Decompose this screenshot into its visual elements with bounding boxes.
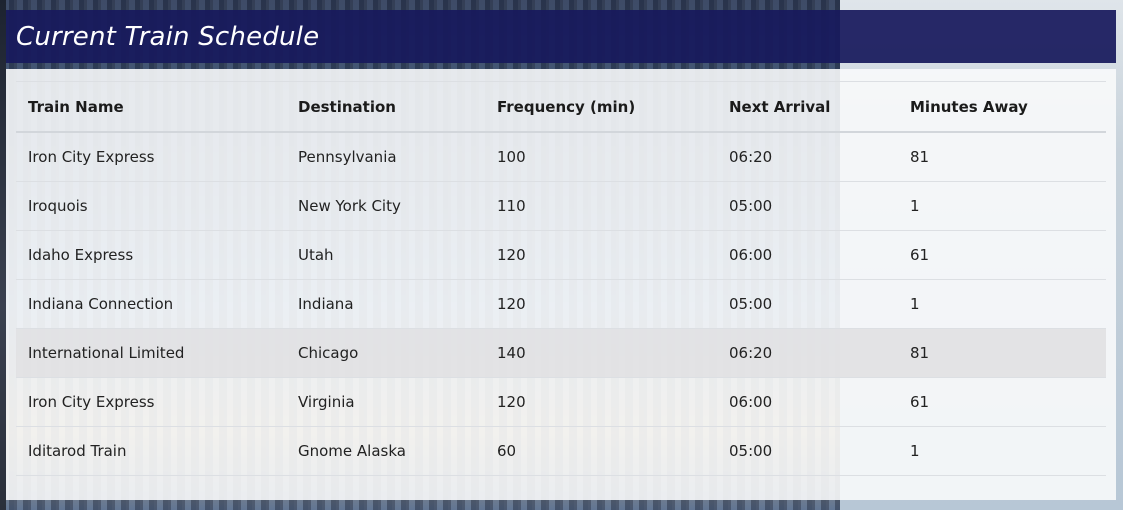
cell-minutes-away: 1 (898, 181, 1106, 231)
cell-minutes-away: 81 (898, 132, 1106, 182)
cell-train-name: Iron City Express (16, 377, 286, 427)
cell-next-arrival: 05:00 (717, 426, 898, 476)
cell-train-name: International Limited (16, 328, 286, 378)
schedule-table: Train Name Destination Frequency (min) N… (16, 81, 1106, 476)
cell-next-arrival: 06:20 (717, 328, 898, 378)
cell-minutes-away: 61 (898, 377, 1106, 427)
cell-next-arrival: 05:00 (717, 279, 898, 329)
cell-train-name: Iroquois (16, 181, 286, 231)
cell-train-name: Iron City Express (16, 132, 286, 182)
cell-frequency: 110 (485, 181, 717, 231)
cell-frequency: 120 (485, 279, 717, 329)
cell-train-name: Indiana Connection (16, 279, 286, 329)
schedule-panel: Train Name Destination Frequency (min) N… (6, 69, 1116, 500)
table-row[interactable]: Iditarod Train Gnome Alaska 60 05:00 1 (16, 426, 1106, 476)
cell-frequency: 120 (485, 377, 717, 427)
table-row[interactable]: Iron City Express Pennsylvania 100 06:20… (16, 132, 1106, 182)
table-header-row: Train Name Destination Frequency (min) N… (16, 81, 1106, 133)
cell-train-name: Iditarod Train (16, 426, 286, 476)
cell-destination: Pennsylvania (286, 132, 485, 182)
column-header-next-arrival: Next Arrival (717, 81, 898, 133)
cell-minutes-away: 81 (898, 328, 1106, 378)
cell-destination: Utah (286, 230, 485, 280)
column-header-frequency: Frequency (min) (485, 81, 717, 133)
cell-destination: Virginia (286, 377, 485, 427)
cell-minutes-away: 1 (898, 426, 1106, 476)
cell-destination: Chicago (286, 328, 485, 378)
column-header-minutes-away: Minutes Away (898, 81, 1106, 133)
cell-train-name: Idaho Express (16, 230, 286, 280)
cell-next-arrival: 06:00 (717, 377, 898, 427)
cell-frequency: 120 (485, 230, 717, 280)
column-header-destination: Destination (286, 81, 485, 133)
page-title: Current Train Schedule (16, 21, 320, 52)
table-row[interactable]: Iron City Express Virginia 120 06:00 61 (16, 377, 1106, 427)
cell-frequency: 60 (485, 426, 717, 476)
cell-minutes-away: 1 (898, 279, 1106, 329)
schedule-title-bar: Current Train Schedule (6, 10, 1116, 63)
table-row[interactable]: Indiana Connection Indiana 120 05:00 1 (16, 279, 1106, 329)
cell-next-arrival: 06:20 (717, 132, 898, 182)
cell-destination: Gnome Alaska (286, 426, 485, 476)
column-header-train-name: Train Name (16, 81, 286, 133)
cell-frequency: 140 (485, 328, 717, 378)
table-row[interactable]: Idaho Express Utah 120 06:00 61 (16, 230, 1106, 280)
table-row[interactable]: Iroquois New York City 110 05:00 1 (16, 181, 1106, 231)
cell-next-arrival: 06:00 (717, 230, 898, 280)
cell-destination: Indiana (286, 279, 485, 329)
table-row-hovered[interactable]: International Limited Chicago 140 06:20 … (16, 328, 1106, 378)
cell-next-arrival: 05:00 (717, 181, 898, 231)
cell-frequency: 100 (485, 132, 717, 182)
cell-minutes-away: 61 (898, 230, 1106, 280)
cell-destination: New York City (286, 181, 485, 231)
